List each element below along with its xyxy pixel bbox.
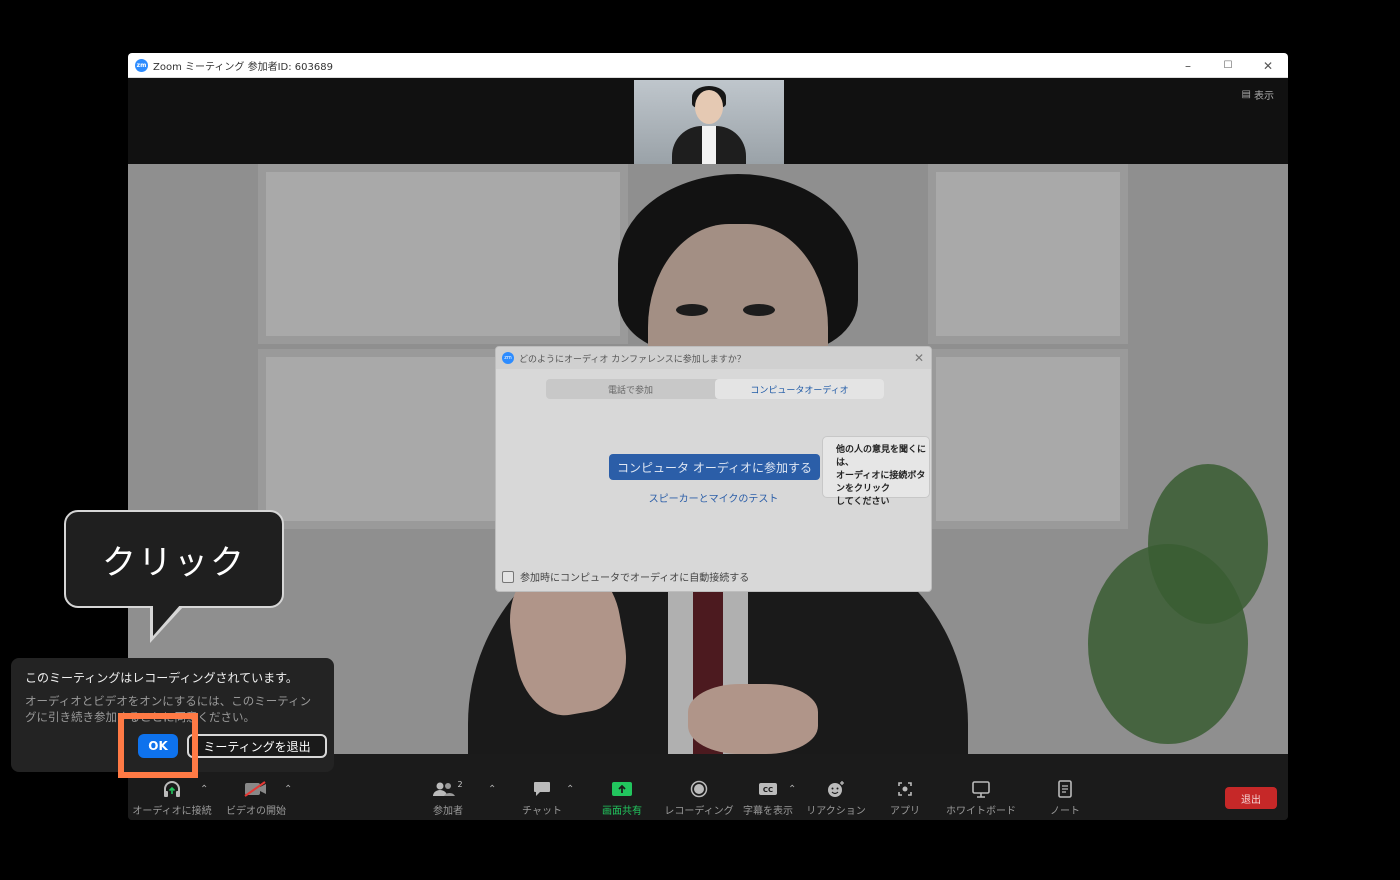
maximize-button[interactable]: ☐ [1208, 53, 1248, 78]
participants-button[interactable]: 2 参加者 [408, 780, 488, 817]
participants-count: 2 [457, 780, 463, 789]
notes-button[interactable]: ノート [1025, 780, 1105, 817]
reactions-label: リアクション [806, 806, 866, 817]
participants-options-chevron-icon[interactable]: ⌃ [488, 784, 496, 795]
record-button[interactable]: レコーディング [659, 780, 739, 817]
participants-icon [433, 782, 456, 796]
close-button[interactable]: ✕ [1248, 53, 1288, 78]
share-screen-icon [611, 780, 633, 798]
thumbnail-strip: ▤ 表示 [128, 78, 1288, 164]
callout-tail-inner [153, 604, 181, 636]
whiteboard-icon [971, 780, 991, 798]
audio-tabs: 電話で参加 コンピュータオーディオ [546, 379, 884, 399]
zoom-logo-icon: zm [135, 58, 148, 72]
tab-computer-audio[interactable]: コンピュータオーディオ [715, 379, 884, 399]
audio-hint-tooltip: 他の人の意見を聞くには、 オーディオに接続ボタンをクリック してください [822, 436, 930, 507]
apps-icon [896, 780, 914, 798]
record-icon [690, 780, 708, 798]
svg-text:CC: CC [763, 786, 773, 794]
hint-line: 他の人の意見を聞くには、 [836, 445, 927, 468]
callout-text: クリック [102, 542, 246, 583]
zoom-logo-icon: zm [502, 352, 514, 364]
whiteboard-button[interactable]: ホワイトボード [941, 780, 1021, 817]
dialog-title: どのようにオーディオ カンファレンスに参加しますか？ [519, 354, 746, 365]
view-button[interactable]: ▤ 表示 [1242, 87, 1274, 102]
close-icon[interactable]: ✕ [914, 351, 924, 365]
window-title: Zoom ミーティング 参加者ID: 603689 [153, 61, 333, 73]
apps-label: アプリ [890, 806, 920, 817]
video-options-chevron-icon[interactable]: ⌃ [284, 784, 292, 795]
notes-icon [1057, 780, 1073, 798]
apps-button[interactable]: アプリ [865, 780, 945, 817]
chat-icon [533, 780, 551, 798]
notes-label: ノート [1050, 806, 1080, 817]
join-computer-audio-button[interactable]: コンピュータ オーディオに参加する [609, 454, 820, 480]
smiley-icon [826, 780, 846, 798]
ok-highlight-box [118, 713, 198, 778]
audio-options-chevron-icon[interactable]: ⌃ [200, 784, 208, 795]
share-screen-button[interactable]: 画面共有 [582, 780, 662, 817]
video-off-icon [244, 780, 268, 798]
chat-options-chevron-icon[interactable]: ⌃ [566, 784, 574, 795]
participants-label: 参加者 [433, 806, 463, 817]
cc-icon: CC [758, 780, 778, 798]
join-audio-label: オーディオに接続 [132, 806, 212, 817]
tab-phone[interactable]: 電話で参加 [546, 379, 715, 399]
leave-button[interactable]: 退出 [1225, 787, 1277, 809]
start-video-label: ビデオの開始 [226, 806, 286, 817]
headphone-icon [162, 780, 182, 798]
grid-icon: ▤ [1241, 89, 1251, 100]
leave-meeting-button[interactable]: ミーティングを退出 [187, 734, 327, 758]
recording-popup-title: このミーティングはレコーディングされています。 [25, 671, 298, 685]
click-callout: クリック [64, 510, 284, 608]
hint-line: オーディオに接続ボタンをクリック [836, 471, 926, 494]
share-screen-label: 画面共有 [602, 806, 642, 817]
minimize-button[interactable]: – [1168, 53, 1208, 78]
participant-thumbnail[interactable] [634, 80, 784, 164]
auto-connect-option[interactable]: 参加時にコンピュータでオーディオに自動接続する [502, 569, 749, 584]
chat-label: チャット [522, 806, 562, 817]
view-label: 表示 [1254, 91, 1274, 102]
auto-connect-label: 参加時にコンピュータでオーディオに自動接続する [520, 573, 750, 584]
dialog-title-bar: zm どのようにオーディオ カンファレンスに参加しますか？ [496, 347, 931, 369]
reactions-button[interactable]: リアクション [796, 780, 876, 817]
whiteboard-label: ホワイトボード [946, 806, 1016, 817]
captions-label: 字幕を表示 [743, 806, 793, 817]
record-label: レコーディング [664, 806, 734, 817]
hint-line: してください [836, 497, 890, 507]
auto-connect-checkbox[interactable] [502, 570, 514, 583]
title-bar: zm Zoom ミーティング 参加者ID: 603689 – ☐ ✕ [128, 53, 1288, 78]
